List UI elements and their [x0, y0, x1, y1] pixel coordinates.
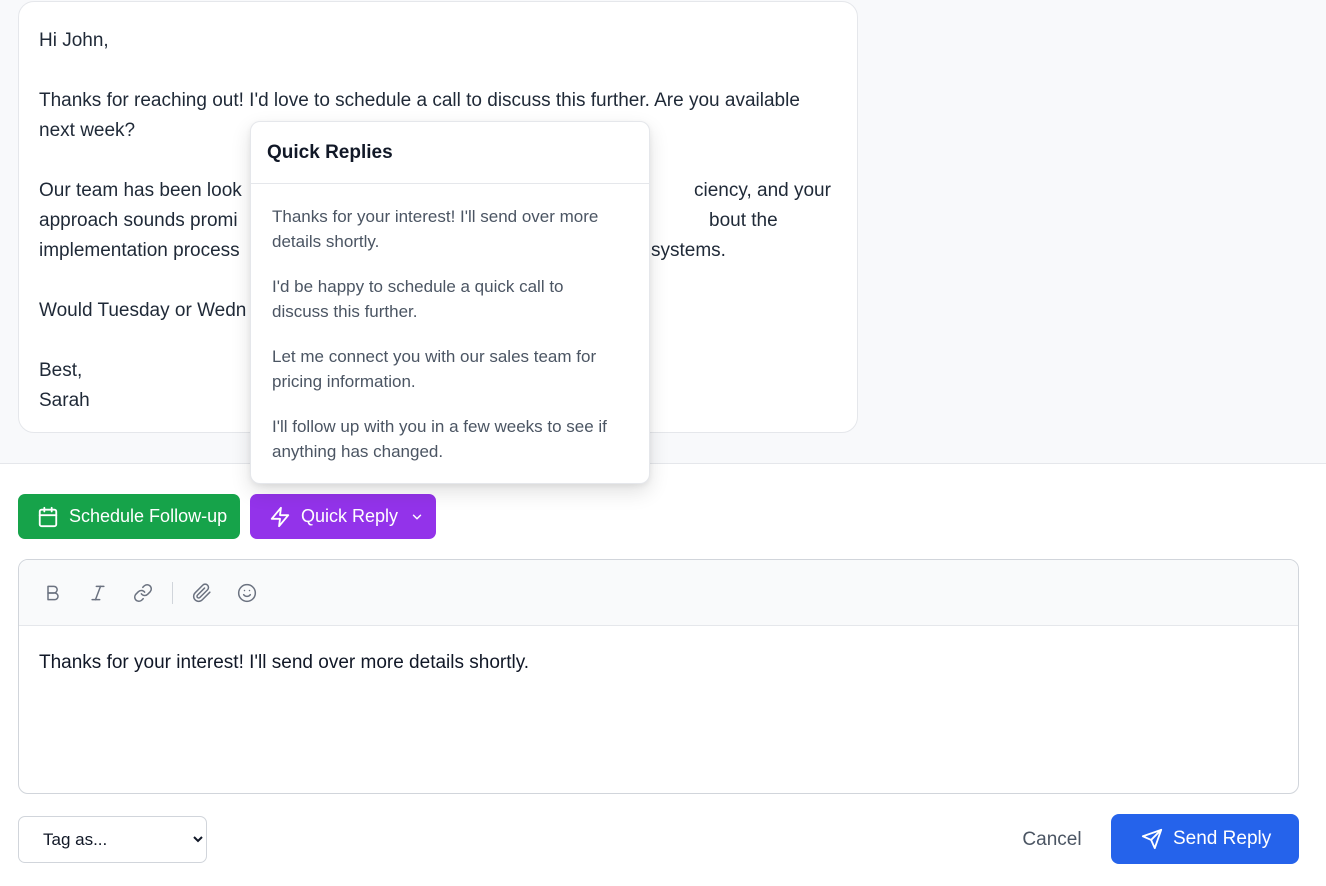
lightning-icon: [269, 506, 291, 528]
paperclip-icon[interactable]: [190, 581, 214, 605]
schedule-follow-up-label: Schedule Follow-up: [69, 506, 228, 526]
quick-reply-text: details shortly.: [272, 232, 380, 251]
schedule-follow-up-button[interactable]: Schedule Follow-up: [18, 494, 240, 539]
quick-reply-button[interactable]: Quick Reply: [250, 494, 436, 539]
send-reply-button[interactable]: Send Reply: [1111, 814, 1299, 864]
send-reply-label: Send Reply: [1173, 828, 1272, 849]
reply-text-area[interactable]: Thanks for your interest! I'll send over…: [19, 626, 1298, 700]
editor-toolbar: [19, 560, 1298, 626]
message-line-tail: ciency, and your: [694, 180, 831, 201]
quick-reply-text: anything has changed.: [272, 442, 444, 461]
quick-reply-text: Thanks for your interest! I'll send over…: [272, 207, 599, 226]
quick-reply-item[interactable]: I'd be happy to schedule a quick call to…: [251, 274, 649, 344]
message-greeting: Hi John,: [39, 30, 109, 51]
quick-reply-text: Let me connect you with our sales team f…: [272, 347, 597, 366]
reply-editor: Thanks for your interest! I'll send over…: [18, 559, 1299, 794]
quick-reply-item[interactable]: I'll follow up with you in a few weeks t…: [251, 414, 649, 484]
message-line: Our team has been look: [39, 180, 242, 201]
quick-reply-item[interactable]: Thanks for your interest! I'll send over…: [251, 204, 649, 274]
quick-reply-text: discuss this further.: [272, 302, 418, 321]
link-icon[interactable]: [131, 581, 155, 605]
message-line: Thanks for reaching out! I'd love to sch…: [39, 90, 800, 111]
italic-icon[interactable]: [86, 581, 110, 605]
toolbar-divider: [172, 581, 173, 604]
tag-select[interactable]: Tag as...: [18, 816, 207, 863]
quick-replies-title: Quick Replies: [251, 122, 649, 184]
smiley-icon[interactable]: [235, 581, 259, 605]
message-line: approach sounds promi: [39, 210, 238, 231]
cancel-button[interactable]: Cancel: [1010, 816, 1094, 863]
quick-reply-label: Quick Reply: [301, 506, 399, 526]
message-line-tail: systems.: [651, 240, 726, 261]
quick-reply-text: I'll follow up with you in a few weeks t…: [272, 417, 607, 436]
quick-replies-menu: Quick Replies Thanks for your interest! …: [250, 121, 650, 484]
message-line-tail: bout the: [709, 210, 778, 231]
message-line: implementation process: [39, 240, 240, 261]
chevron-down-icon: [410, 510, 424, 524]
quick-replies-list: Thanks for your interest! I'll send over…: [251, 184, 649, 484]
thread-area: Hi John, Thanks for reaching out! I'd lo…: [0, 0, 1326, 464]
bold-icon[interactable]: [41, 581, 65, 605]
calendar-icon: [37, 506, 59, 528]
send-icon: [1141, 828, 1163, 850]
quick-reply-text: I'd be happy to schedule a quick call to: [272, 277, 564, 296]
quick-reply-item[interactable]: Let me connect you with our sales team f…: [251, 344, 649, 414]
message-line: next week?: [39, 120, 136, 141]
quick-reply-text: pricing information.: [272, 372, 416, 391]
